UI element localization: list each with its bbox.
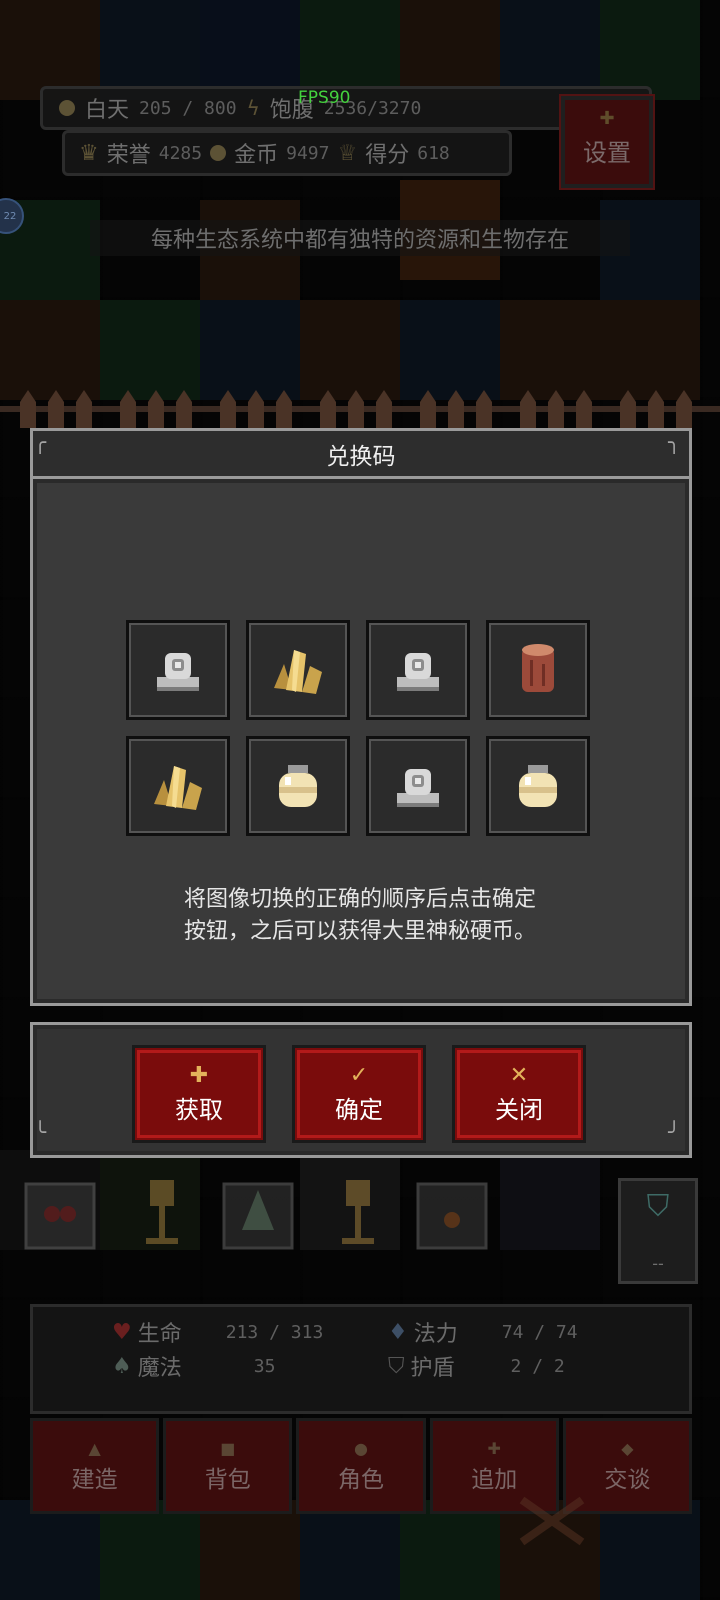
- milk-jar-icon: [279, 765, 317, 807]
- dialog-title-bar: 兑换码: [30, 428, 692, 476]
- dialog-title: 兑换码: [326, 443, 396, 470]
- mana-value: 74 / 74: [501, 1321, 578, 1343]
- quick-slot-value: --: [652, 1254, 664, 1273]
- stat-magic: ♠ 魔法 35: [112, 1350, 275, 1382]
- hp-label: 生命: [137, 1322, 182, 1347]
- bottom-tab-bar: ▲ 建造 ■ 背包 ● 角色 ✚ 追加 ◆ 交谈: [30, 1418, 693, 1514]
- puzzle-grid: [126, 620, 596, 836]
- gold-label: 金币: [234, 143, 279, 168]
- stone-statue-icon: [397, 769, 439, 807]
- bag-icon: ■: [220, 1438, 236, 1458]
- fps-counter: FPS90: [298, 88, 351, 108]
- milk-jar-icon: [519, 765, 557, 807]
- check-icon: ✓: [349, 1062, 369, 1088]
- corner-ornament-icon: ╭: [34, 430, 47, 454]
- hammer-icon: ▲: [88, 1438, 101, 1458]
- day-value: 205 / 800: [139, 97, 237, 119]
- potion-icon: ♦: [388, 1319, 408, 1345]
- score-value: 618: [417, 142, 450, 164]
- quick-slot[interactable]: ⛉ --: [618, 1178, 698, 1284]
- confirm-button[interactable]: ✓ 确定: [292, 1045, 426, 1143]
- day-label: 白天: [85, 98, 130, 123]
- plus-icon: ✚: [189, 1062, 209, 1088]
- stone-statue-icon: [397, 653, 439, 691]
- close-button[interactable]: ✕ 关闭: [452, 1045, 586, 1143]
- shield-icon: ⛉: [646, 1189, 670, 1224]
- close-icon: ✕: [509, 1062, 529, 1088]
- hint-line-2: 按钮，之后可以获得大里神秘硬币。: [183, 919, 536, 944]
- heart-icon: ♥: [112, 1319, 132, 1345]
- magic-value: 35: [253, 1355, 276, 1377]
- shield-value: 2 / 2: [510, 1355, 565, 1377]
- bolt-icon: ϟ: [246, 96, 260, 120]
- settings-label: 设置: [583, 139, 631, 167]
- honor-label: 荣誉: [106, 143, 151, 168]
- hp-value: 213 / 313: [225, 1321, 324, 1343]
- gold-crystal-icon: [274, 650, 322, 694]
- puzzle-slot[interactable]: [126, 736, 230, 836]
- crown-icon: ♛: [79, 140, 99, 166]
- puzzle-slot[interactable]: [126, 620, 230, 720]
- get-button[interactable]: ✚ 获取: [132, 1045, 266, 1143]
- get-button-label: 获取: [175, 1095, 223, 1124]
- tab-character-label: 角色: [338, 1466, 384, 1493]
- tab-add-label: 追加: [471, 1466, 518, 1493]
- stat-mana: ♦ 法力 74 / 74: [388, 1316, 578, 1348]
- tab-bag[interactable]: ■ 背包: [163, 1418, 293, 1514]
- puzzle-slot[interactable]: [246, 736, 350, 836]
- status-bar-resources: ♛ 荣誉 4285 金币 9497 ♕ 得分 618: [62, 130, 512, 176]
- stat-shield: ⛉ 护盾 2 / 2: [388, 1350, 565, 1382]
- stone-statue-icon: [157, 653, 199, 691]
- corner-ornament-icon: ╯: [668, 1120, 681, 1144]
- puzzle-slot[interactable]: [486, 736, 590, 836]
- gold-coin-icon: [210, 145, 227, 161]
- plus-icon: ✚: [487, 1438, 501, 1458]
- hint-line-1: 将图像切换的正确的顺序后点击确定: [183, 887, 536, 912]
- fence: [0, 390, 720, 428]
- wrench-icon: ✚: [599, 108, 615, 129]
- settings-button[interactable]: ✚ 设置: [559, 94, 655, 190]
- puzzle-slot[interactable]: [366, 620, 470, 720]
- wood-log-icon: [522, 644, 554, 692]
- tab-character[interactable]: ● 角色: [296, 1418, 426, 1514]
- gold-value: 9497: [286, 142, 330, 164]
- tab-build-label: 建造: [71, 1466, 118, 1493]
- tip-text: 每种生态系统中都有独特的资源和生物存在: [90, 220, 630, 256]
- tab-bag-label: 背包: [204, 1466, 251, 1493]
- chat-icon: ◆: [621, 1438, 634, 1458]
- character-icon: ●: [354, 1438, 368, 1458]
- tab-build[interactable]: ▲ 建造: [30, 1418, 160, 1514]
- trophy-icon: ♕: [337, 140, 358, 166]
- puzzle-slot[interactable]: [366, 736, 470, 836]
- shield-label: 护盾: [410, 1356, 455, 1381]
- confirm-button-label: 确定: [335, 1095, 383, 1124]
- corner-ornament-icon: ╰: [34, 1120, 47, 1144]
- crossed-tools-icon: [519, 1496, 585, 1546]
- dialog-hint: 将图像切换的正确的顺序后点击确定 按钮，之后可以获得大里神秘硬币。: [60, 884, 660, 948]
- magic-label: 魔法: [137, 1356, 182, 1381]
- score-label: 得分: [365, 143, 410, 168]
- puzzle-slot[interactable]: [246, 620, 350, 720]
- close-button-label: 关闭: [495, 1095, 543, 1124]
- mana-label: 法力: [413, 1322, 458, 1347]
- puzzle-slot[interactable]: [486, 620, 590, 720]
- sun-icon: [59, 100, 75, 116]
- world-objects: [24, 1180, 488, 1250]
- stat-hp: ♥ 生命 213 / 313: [112, 1316, 323, 1348]
- tab-talk-label: 交谈: [604, 1466, 651, 1493]
- level-badge-text: 22: [3, 210, 17, 222]
- gold-crystal-icon: [154, 766, 202, 810]
- honor-value: 4285: [158, 142, 203, 164]
- corner-ornament-icon: ╮: [668, 430, 681, 454]
- magic-icon: ♠: [112, 1353, 132, 1379]
- shield-icon: ⛉: [388, 1353, 405, 1379]
